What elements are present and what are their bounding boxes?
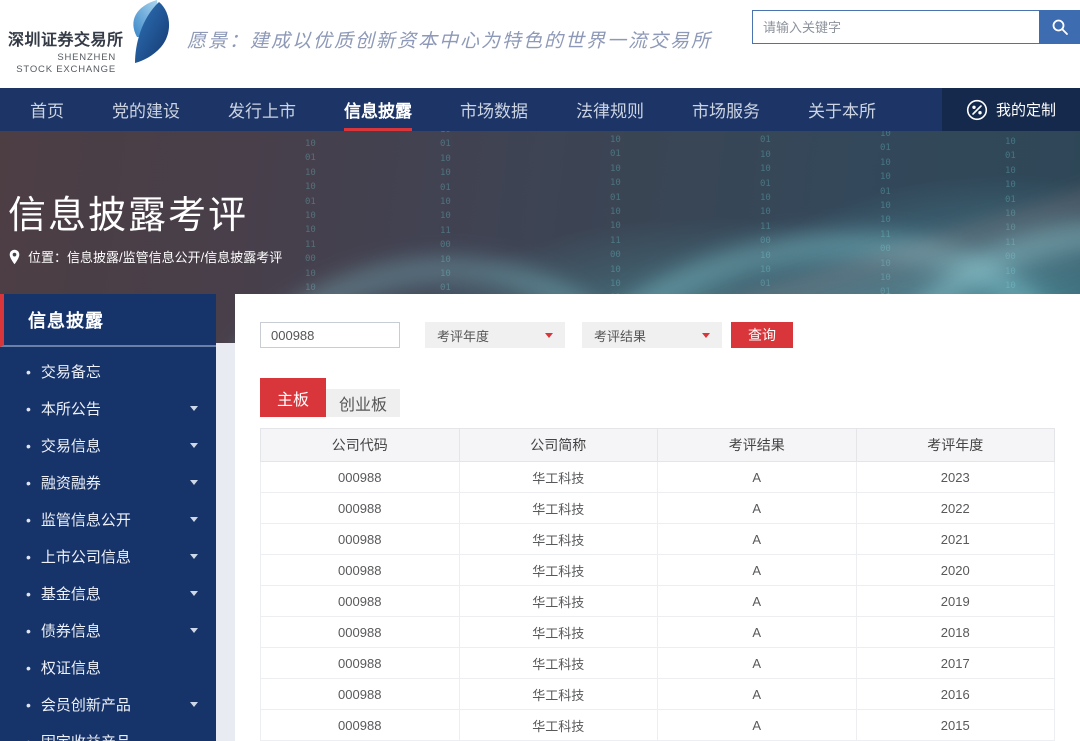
nav-item-disclosure[interactable]: 信息披露: [344, 88, 412, 131]
col-eval-year: 考评年度: [856, 429, 1055, 462]
chevron-down-icon: [190, 628, 198, 633]
logo[interactable]: 深圳证券交易所 SHENZHEN STOCK EXCHANGE: [8, 26, 116, 76]
bullet-icon: •: [26, 734, 31, 741]
sidebar: 信息披露 • 交易备忘 • 本所公告 • 交易信息 • 融资融券: [0, 294, 216, 741]
logo-cn-text: 深圳证券交易所: [8, 26, 116, 50]
search-input[interactable]: [752, 10, 1039, 44]
nav-item-rules[interactable]: 法律规则: [576, 88, 644, 131]
evaluation-result-dropdown[interactable]: 考评结果: [582, 322, 722, 348]
bullet-icon: •: [26, 364, 31, 380]
table-row: 000988华工科技A2018: [261, 617, 1055, 648]
my-customization-label: 我的定制: [996, 99, 1056, 120]
logo-en-text: SHENZHEN STOCK EXCHANGE: [8, 52, 116, 76]
chevron-down-icon: [190, 591, 198, 596]
sidebar-content-gap: [216, 294, 235, 741]
filter-bar: 考评年度 考评结果 查询: [260, 322, 1080, 348]
bullet-icon: •: [26, 475, 31, 491]
board-tabs: 主板 创业板: [260, 378, 1080, 417]
nav-item-about[interactable]: 关于本所: [808, 88, 876, 131]
bullet-icon: •: [26, 438, 31, 454]
col-company-name: 公司简称: [459, 429, 658, 462]
evaluation-year-dropdown[interactable]: 考评年度: [425, 322, 565, 348]
location-pin-icon: [8, 249, 21, 265]
sidebar-item-trading-memo[interactable]: • 交易备忘: [0, 353, 216, 390]
col-company-code: 公司代码: [261, 429, 460, 462]
site-search: [752, 10, 1080, 44]
nav-item-listing[interactable]: 发行上市: [228, 88, 296, 131]
table-row: 000988华工科技A2017: [261, 648, 1055, 679]
table-row: 000988华工科技A2019: [261, 586, 1055, 617]
table-row: 000988华工科技A2023: [261, 462, 1055, 493]
col-eval-result: 考评结果: [658, 429, 857, 462]
bullet-icon: •: [26, 660, 31, 676]
bullet-icon: •: [26, 623, 31, 639]
sidebar-item-bond-info[interactable]: • 债券信息: [0, 612, 216, 649]
binary-decoration: 10011010011010110010100110: [440, 131, 453, 310]
chevron-down-icon: [190, 554, 198, 559]
bullet-icon: •: [26, 586, 31, 602]
table-row: 000988华工科技A2015: [261, 710, 1055, 741]
sidebar-item-exchange-announcements[interactable]: • 本所公告: [0, 390, 216, 427]
chevron-down-icon: [545, 333, 553, 338]
bullet-icon: •: [26, 401, 31, 417]
chevron-down-icon: [190, 702, 198, 707]
sidebar-menu: • 交易备忘 • 本所公告 • 交易信息 • 融资融券 • 监管信息公开: [0, 347, 216, 741]
table-row: 000988华工科技A2021: [261, 524, 1055, 555]
sidebar-item-member-innovation-products[interactable]: • 会员创新产品: [0, 686, 216, 723]
table-row: 000988华工科技A2016: [261, 679, 1055, 710]
bullet-icon: •: [26, 549, 31, 565]
table-header-row: 公司代码 公司简称 考评结果 考评年度: [261, 429, 1055, 462]
binary-decoration: 10011010011010110010100110: [610, 133, 623, 320]
page-title: 信息披露考评: [8, 184, 248, 239]
chevron-down-icon: [702, 333, 710, 338]
table-row: 000988华工科技A2022: [261, 493, 1055, 524]
chevron-down-icon: [190, 443, 198, 448]
query-button[interactable]: 查询: [731, 322, 793, 348]
nav-item-home[interactable]: 首页: [30, 88, 64, 131]
search-icon: [1051, 18, 1069, 36]
bullet-icon: •: [26, 512, 31, 528]
sidebar-item-listed-company-info[interactable]: • 上市公司信息: [0, 538, 216, 575]
customize-icon: [966, 99, 988, 121]
my-customization-button[interactable]: 我的定制: [942, 88, 1080, 131]
chevron-down-icon: [190, 517, 198, 522]
sidebar-item-margin-trading[interactable]: • 融资融券: [0, 464, 216, 501]
tab-main-board[interactable]: 主板: [260, 378, 326, 417]
sidebar-item-warrant-info[interactable]: • 权证信息: [0, 649, 216, 686]
nav-item-market-data[interactable]: 市场数据: [460, 88, 528, 131]
szse-logo-icon: [115, 0, 171, 64]
breadcrumb-text: 位置：信息披露/监管信息公开/信息披露考评: [28, 247, 282, 266]
evaluation-table: 公司代码 公司简称 考评结果 考评年度 000988华工科技A2023 0009…: [260, 428, 1055, 741]
nav-item-party-building[interactable]: 党的建设: [112, 88, 180, 131]
table-row: 000988华工科技A2020: [261, 555, 1055, 586]
chevron-down-icon: [190, 406, 198, 411]
search-button[interactable]: [1039, 10, 1080, 44]
bullet-icon: •: [26, 697, 31, 713]
sidebar-title: 信息披露: [0, 294, 216, 347]
breadcrumb: 位置：信息披露/监管信息公开/信息披露考评: [8, 247, 282, 266]
sidebar-item-regulatory-disclosure[interactable]: • 监管信息公开: [0, 501, 216, 538]
content-panel: 考评年度 考评结果 查询 主板 创业板 公司代码 公司简称 考评结果 考评年度: [235, 294, 1080, 741]
sidebar-item-fund-info[interactable]: • 基金信息: [0, 575, 216, 612]
sidebar-item-fixed-income-products[interactable]: • 固定收益产品: [0, 723, 216, 741]
site-header: 深圳证券交易所 SHENZHEN STOCK EXCHANGE 愿景：建成以优质…: [0, 0, 1080, 88]
main-nav: 首页 党的建设 发行上市 信息披露 市场数据 法律规则 市场服务 关于本所 我的…: [0, 88, 1080, 131]
company-code-input[interactable]: [260, 322, 400, 348]
binary-decoration: 10011010011010110010100110: [760, 131, 773, 306]
vision-slogan: 愿景：建成以优质创新资本中心为特色的世界一流交易所: [187, 26, 712, 53]
chevron-down-icon: [190, 480, 198, 485]
nav-item-market-services[interactable]: 市场服务: [692, 88, 760, 131]
main-content: 信息披露 • 交易备忘 • 本所公告 • 交易信息 • 融资融券: [0, 294, 1080, 741]
sidebar-item-trading-info[interactable]: • 交易信息: [0, 427, 216, 464]
tab-chinext[interactable]: 创业板: [326, 389, 400, 417]
